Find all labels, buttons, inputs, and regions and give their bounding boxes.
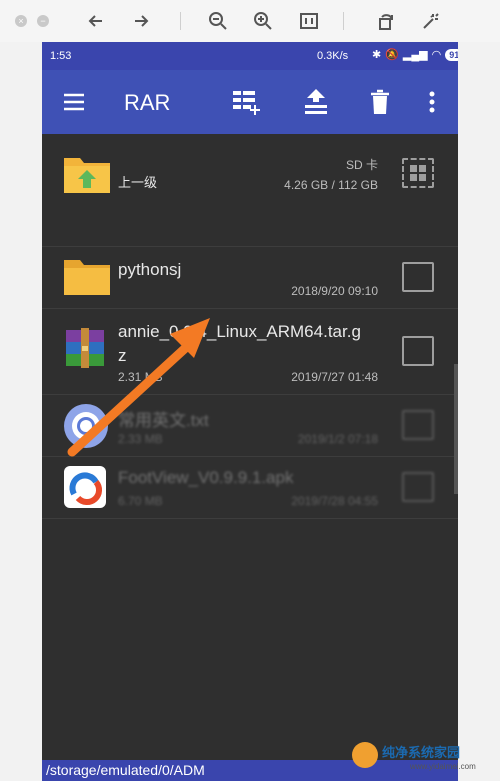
viewer-left-margin [0, 42, 42, 781]
watermark-site-name: 纯净系统家园 [382, 745, 461, 760]
rotate-icon[interactable] [375, 10, 397, 32]
zoom-out-icon[interactable] [207, 10, 229, 32]
zoom-in-icon[interactable] [252, 10, 274, 32]
viewer-right-margin [458, 42, 500, 781]
fit-icon[interactable] [298, 10, 320, 32]
watermark-url: www.yidaimei.com [410, 762, 476, 771]
annotation-arrow [67, 318, 210, 457]
forward-arrow-icon[interactable] [130, 10, 152, 32]
magic-icon[interactable] [420, 10, 442, 32]
minimize-dot-icon[interactable]: − [32, 10, 54, 32]
toolbar-divider [180, 12, 181, 30]
phone-screen: 1:53 0.3K/s ✱ 🔕 ▂▄▆ ◠ 91 RAR 上一级 SD 卡 4.… [42, 42, 458, 781]
toolbar-divider [343, 12, 344, 30]
back-arrow-icon[interactable] [85, 10, 107, 32]
viewer-toolbar: × − [0, 0, 500, 42]
site-logo [352, 742, 378, 768]
close-dot-icon[interactable]: × [10, 10, 32, 32]
